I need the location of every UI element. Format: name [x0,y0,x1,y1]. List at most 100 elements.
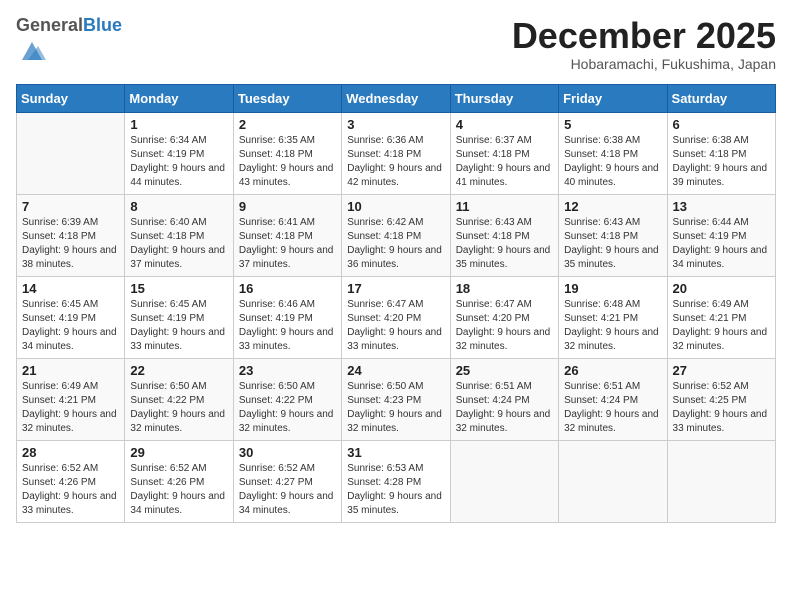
day-info: Sunrise: 6:34 AMSunset: 4:19 PMDaylight:… [130,134,227,190]
day-number: 4 [456,117,553,132]
calendar-day-cell: 1 Sunrise: 6:34 AMSunset: 4:19 PMDaylight… [125,112,233,194]
calendar-day-cell: 28 Sunrise: 6:52 AMSunset: 4:26 PMDayligh… [17,440,125,522]
day-number: 25 [456,363,553,378]
weekday-header: Monday [125,84,233,112]
day-info: Sunrise: 6:50 AMSunset: 4:22 PMDaylight:… [130,380,227,436]
weekday-header: Tuesday [233,84,341,112]
day-info: Sunrise: 6:44 AMSunset: 4:19 PMDaylight:… [673,216,770,272]
calendar-day-cell: 2 Sunrise: 6:35 AMSunset: 4:18 PMDaylight… [233,112,341,194]
day-info: Sunrise: 6:52 AMSunset: 4:26 PMDaylight:… [22,462,119,518]
day-number: 8 [130,199,227,214]
calendar-day-cell: 30 Sunrise: 6:52 AMSunset: 4:27 PMDayligh… [233,440,341,522]
day-info: Sunrise: 6:45 AMSunset: 4:19 PMDaylight:… [22,298,119,354]
day-number: 7 [22,199,119,214]
calendar-week-row: 28 Sunrise: 6:52 AMSunset: 4:26 PMDayligh… [17,440,776,522]
day-info: Sunrise: 6:51 AMSunset: 4:24 PMDaylight:… [456,380,553,436]
weekday-header-row: SundayMondayTuesdayWednesdayThursdayFrid… [17,84,776,112]
day-info: Sunrise: 6:53 AMSunset: 4:28 PMDaylight:… [347,462,444,518]
day-number: 20 [673,281,770,296]
calendar-day-cell: 27 Sunrise: 6:52 AMSunset: 4:25 PMDayligh… [667,358,775,440]
calendar-day-cell: 12Sunrise: 6:43 AMSunset: 4:18 PMDayligh… [559,194,667,276]
calendar-day-cell: 8 Sunrise: 6:40 AMSunset: 4:18 PMDaylight… [125,194,233,276]
day-number: 23 [239,363,336,378]
day-info: Sunrise: 6:46 AMSunset: 4:19 PMDaylight:… [239,298,336,354]
calendar-day-cell [559,440,667,522]
logo-icon [18,36,46,64]
calendar-day-cell: 23 Sunrise: 6:50 AMSunset: 4:22 PMDayligh… [233,358,341,440]
day-number: 17 [347,281,444,296]
calendar-table: SundayMondayTuesdayWednesdayThursdayFrid… [16,84,776,523]
calendar-day-cell: 10 Sunrise: 6:42 AMSunset: 4:18 PMDayligh… [342,194,450,276]
calendar-week-row: 7 Sunrise: 6:39 AMSunset: 4:18 PMDaylight… [17,194,776,276]
day-info: Sunrise: 6:42 AMSunset: 4:18 PMDaylight:… [347,216,444,272]
day-info: Sunrise: 6:37 AMSunset: 4:18 PMDaylight:… [456,134,553,190]
weekday-header: Thursday [450,84,558,112]
calendar-day-cell [667,440,775,522]
day-number: 22 [130,363,227,378]
calendar-day-cell: 15 Sunrise: 6:45 AMSunset: 4:19 PMDayligh… [125,276,233,358]
day-info: Sunrise: 6:36 AMSunset: 4:18 PMDaylight:… [347,134,444,190]
day-number: 9 [239,199,336,214]
calendar-day-cell [450,440,558,522]
day-number: 13 [673,199,770,214]
day-info: Sunrise: 6:47 AMSunset: 4:20 PMDaylight:… [456,298,553,354]
calendar-day-cell: 26 Sunrise: 6:51 AMSunset: 4:24 PMDayligh… [559,358,667,440]
calendar-day-cell: 4 Sunrise: 6:37 AMSunset: 4:18 PMDaylight… [450,112,558,194]
day-number: 6 [673,117,770,132]
day-number: 2 [239,117,336,132]
calendar-day-cell: 7 Sunrise: 6:39 AMSunset: 4:18 PMDaylight… [17,194,125,276]
calendar-day-cell: 31 Sunrise: 6:53 AMSunset: 4:28 PMDayligh… [342,440,450,522]
day-info: Sunrise: 6:52 AMSunset: 4:26 PMDaylight:… [130,462,227,518]
calendar-week-row: 1 Sunrise: 6:34 AMSunset: 4:19 PMDaylight… [17,112,776,194]
day-number: 12 [564,199,661,214]
day-number: 15 [130,281,227,296]
day-info: Sunrise: 6:38 AMSunset: 4:18 PMDaylight:… [564,134,661,190]
day-number: 18 [456,281,553,296]
day-info: Sunrise: 6:41 AMSunset: 4:18 PMDaylight:… [239,216,336,272]
logo-blue: Blue [83,15,122,35]
day-number: 24 [347,363,444,378]
day-info: Sunrise: 6:52 AMSunset: 4:25 PMDaylight:… [673,380,770,436]
calendar-week-row: 14 Sunrise: 6:45 AMSunset: 4:19 PMDayligh… [17,276,776,358]
calendar-day-cell: 13 Sunrise: 6:44 AMSunset: 4:19 PMDayligh… [667,194,775,276]
location: Hobaramachi, Fukushima, Japan [512,56,776,72]
day-info: Sunrise: 6:40 AMSunset: 4:18 PMDaylight:… [130,216,227,272]
calendar-day-cell: 9 Sunrise: 6:41 AMSunset: 4:18 PMDaylight… [233,194,341,276]
day-number: 30 [239,445,336,460]
title-block: December 2025 Hobaramachi, Fukushima, Ja… [512,16,776,72]
logo-general: General [16,15,83,35]
calendar-day-cell: 19Sunrise: 6:48 AMSunset: 4:21 PMDayligh… [559,276,667,358]
day-info: Sunrise: 6:51 AMSunset: 4:24 PMDaylight:… [564,380,661,436]
day-info: Sunrise: 6:35 AMSunset: 4:18 PMDaylight:… [239,134,336,190]
day-info: Sunrise: 6:52 AMSunset: 4:27 PMDaylight:… [239,462,336,518]
month-title: December 2025 [512,16,776,56]
calendar-day-cell: 6 Sunrise: 6:38 AMSunset: 4:18 PMDaylight… [667,112,775,194]
day-number: 1 [130,117,227,132]
day-number: 5 [564,117,661,132]
day-number: 29 [130,445,227,460]
day-number: 10 [347,199,444,214]
day-number: 28 [22,445,119,460]
weekday-header: Friday [559,84,667,112]
day-info: Sunrise: 6:48 AMSunset: 4:21 PMDaylight:… [564,298,661,354]
logo: GeneralBlue [16,16,122,69]
day-info: Sunrise: 6:47 AMSunset: 4:20 PMDaylight:… [347,298,444,354]
day-number: 21 [22,363,119,378]
day-info: Sunrise: 6:50 AMSunset: 4:22 PMDaylight:… [239,380,336,436]
calendar-day-cell: 16Sunrise: 6:46 AMSunset: 4:19 PMDayligh… [233,276,341,358]
day-number: 3 [347,117,444,132]
calendar-day-cell: 17 Sunrise: 6:47 AMSunset: 4:20 PMDayligh… [342,276,450,358]
day-info: Sunrise: 6:45 AMSunset: 4:19 PMDaylight:… [130,298,227,354]
day-info: Sunrise: 6:38 AMSunset: 4:18 PMDaylight:… [673,134,770,190]
calendar-day-cell: 3 Sunrise: 6:36 AMSunset: 4:18 PMDaylight… [342,112,450,194]
calendar-week-row: 21Sunrise: 6:49 AMSunset: 4:21 PMDayligh… [17,358,776,440]
page-header: GeneralBlue December 2025 Hobaramachi, F… [16,16,776,72]
day-number: 26 [564,363,661,378]
calendar-day-cell: 14 Sunrise: 6:45 AMSunset: 4:19 PMDayligh… [17,276,125,358]
day-number: 27 [673,363,770,378]
day-number: 31 [347,445,444,460]
day-info: Sunrise: 6:39 AMSunset: 4:18 PMDaylight:… [22,216,119,272]
calendar-day-cell: 11Sunrise: 6:43 AMSunset: 4:18 PMDayligh… [450,194,558,276]
day-number: 14 [22,281,119,296]
calendar-day-cell: 24Sunrise: 6:50 AMSunset: 4:23 PMDayligh… [342,358,450,440]
